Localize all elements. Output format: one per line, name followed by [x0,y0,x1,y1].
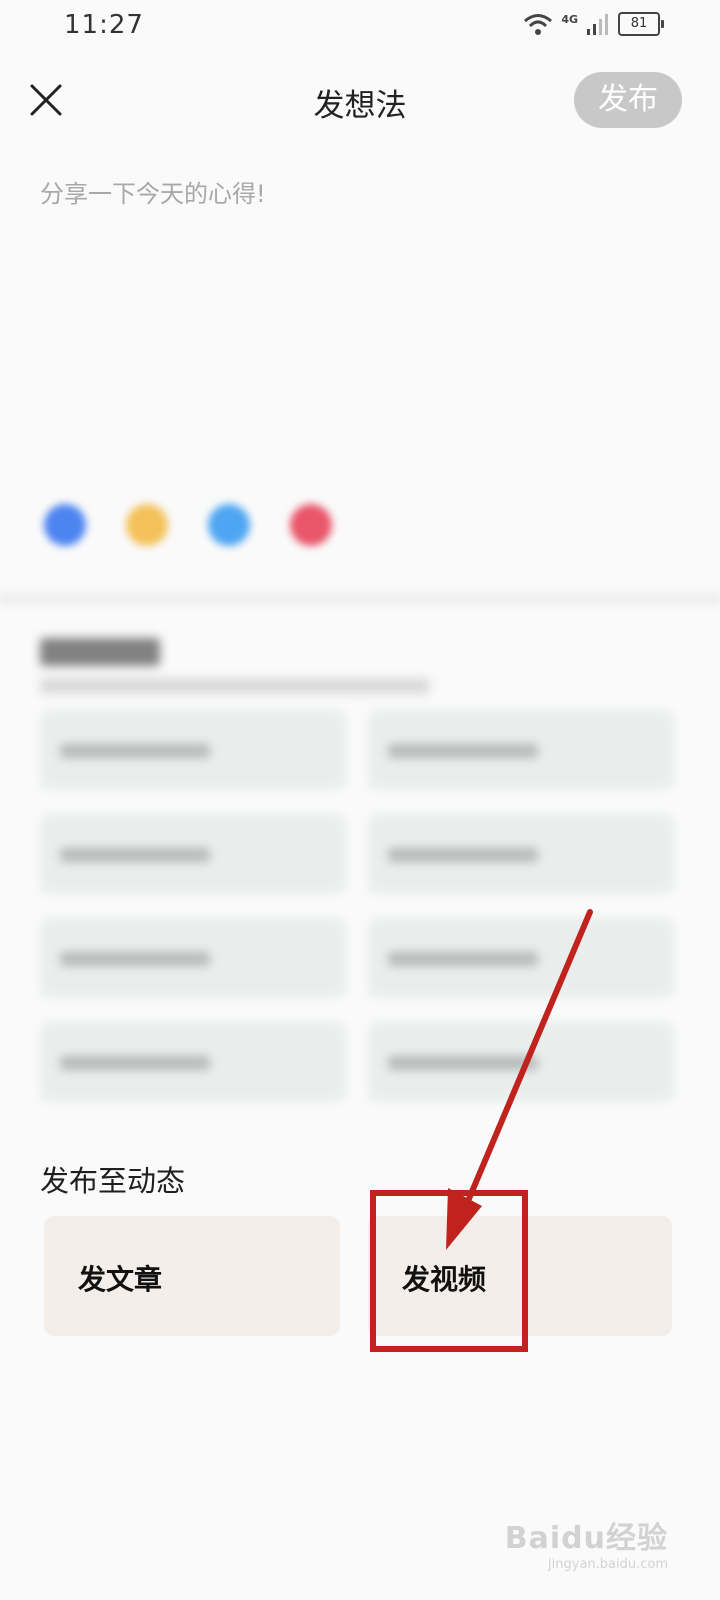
status-bar: 11:27 4G 81 [0,0,720,56]
network-type-label: 4G [561,12,578,26]
watermark-main: Baidu经验 [504,1521,668,1556]
annotation-highlight-box [370,1190,528,1352]
hot-topics-title [40,638,160,666]
post-article-label: 发文章 [78,1263,163,1296]
post-editor[interactable]: 分享一下今天的心得! [0,150,720,590]
editor-toolbar [44,504,332,546]
publish-to-dynamic-title: 发布至动态 [40,1164,186,1198]
status-icons: 4G 81 [523,12,664,36]
topic-card[interactable] [368,918,674,998]
topic-card[interactable] [368,710,674,790]
wifi-icon [524,14,553,35]
topic-card[interactable] [40,918,346,998]
topic-card[interactable] [40,1022,346,1102]
topic-grid [40,710,674,1102]
signal-icon [587,14,608,35]
top-bar: 发想法 发布 [0,56,720,146]
status-time: 11:27 [64,10,144,40]
editor-placeholder: 分享一下今天的心得! [40,180,266,208]
hot-topics-subtitle [40,678,430,694]
topic-card[interactable] [40,814,346,894]
topic-card[interactable] [40,710,346,790]
hot-topics-section [0,620,720,1120]
image-icon[interactable] [44,504,86,546]
battery-icon: 81 [618,12,664,36]
video-icon[interactable] [290,504,332,546]
publish-button[interactable]: 发布 [574,72,682,128]
topic-card[interactable] [368,1022,674,1102]
post-article-button[interactable]: 发文章 [44,1216,340,1336]
topic-card[interactable] [368,814,674,894]
watermark-sub: jingyan.baidu.com [548,1557,668,1572]
photo-icon[interactable] [208,504,250,546]
section-divider [0,592,720,606]
emoji-icon[interactable] [126,504,168,546]
baidu-watermark: Baidu经验 jingyan.baidu.com [505,1513,668,1572]
